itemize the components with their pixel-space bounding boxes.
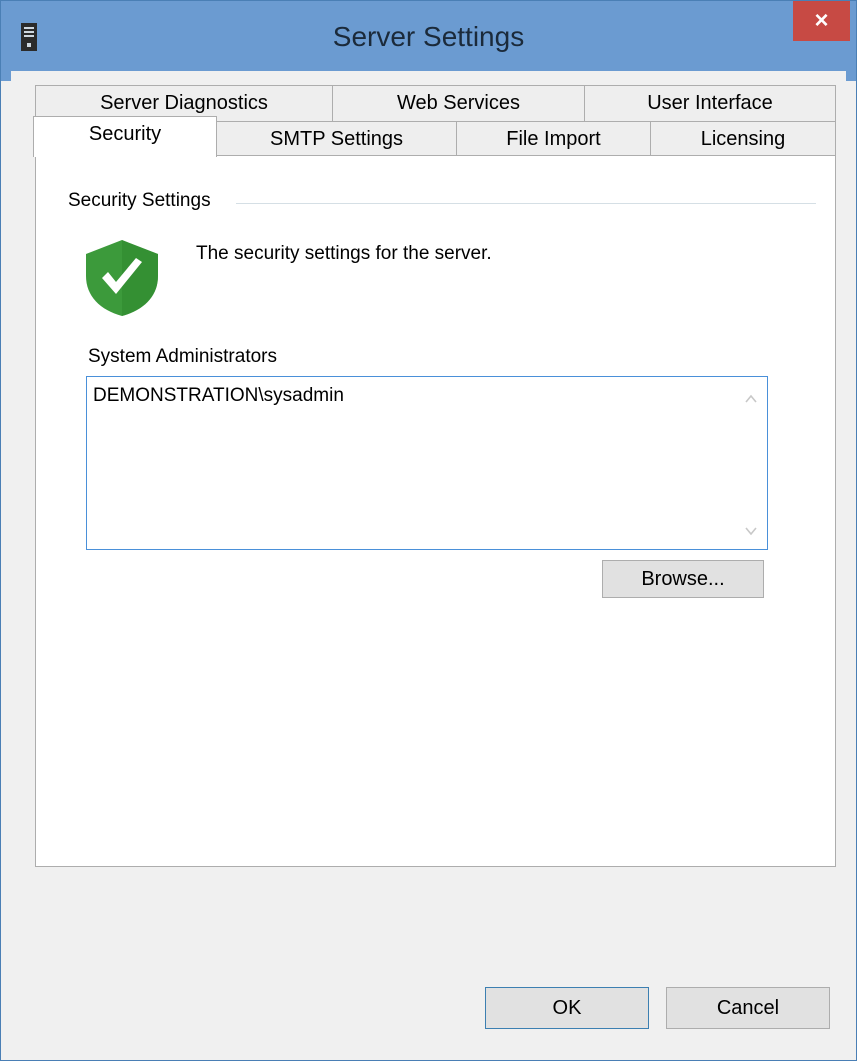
list-item[interactable]: DEMONSTRATION\sysadmin [93,385,344,407]
ok-button[interactable]: OK [485,987,649,1029]
server-settings-dialog: Server Settings × Server Diagnostics Web… [0,0,857,1061]
tab-label: Security [88,122,162,145]
button-label: OK [552,996,582,1019]
tab-label: User Interface [647,92,773,114]
close-button[interactable]: × [793,1,850,41]
tab-smtp-settings[interactable]: SMTP Settings [216,121,457,157]
scroll-down-icon[interactable] [743,523,759,539]
tab-web-services[interactable]: Web Services [332,85,585,121]
tab-label: SMTP Settings [269,128,404,150]
security-description: The security settings for the server. [196,243,492,264]
tab-label: Licensing [700,128,786,150]
group-divider [236,203,816,204]
tab-label: Web Services [396,92,520,114]
close-icon: × [814,7,829,34]
button-label: Browse... [641,567,725,590]
browse-button[interactable]: Browse... [602,560,764,598]
security-tab-panel: Security Settings The security settings … [35,155,836,867]
tab-label: File Import [506,128,601,150]
tab-file-import[interactable]: File Import [456,121,651,157]
group-title: Security Settings [68,190,211,211]
shield-check-icon [86,240,158,316]
title-bar[interactable]: Server Settings × [1,1,856,81]
window-title: Server Settings [332,21,525,52]
cancel-button[interactable]: Cancel [666,987,830,1029]
tab-label: Server Diagnostics [100,92,268,114]
button-label: Cancel [716,996,780,1019]
system-administrators-label: System Administrators [88,346,277,367]
tab-security[interactable]: Security [33,116,217,157]
scroll-up-icon[interactable] [743,391,759,407]
tab-user-interface[interactable]: User Interface [584,85,836,121]
tab-licensing[interactable]: Licensing [650,121,836,157]
system-administrators-list[interactable]: DEMONSTRATION\sysadmin [86,376,768,550]
